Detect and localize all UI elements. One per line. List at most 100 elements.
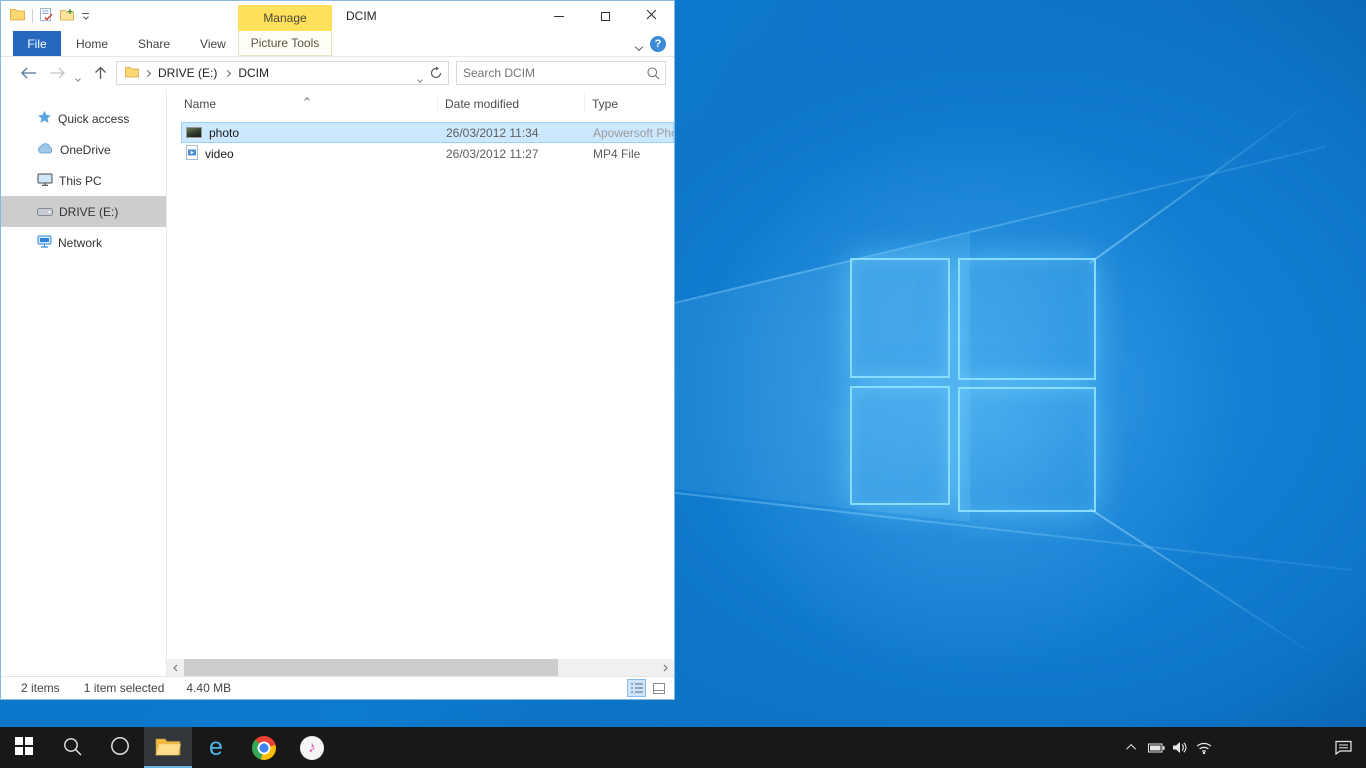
sidebar-item-label: This PC: [59, 174, 102, 188]
network-icon: [37, 235, 52, 251]
volume-icon[interactable]: [1168, 727, 1192, 768]
file-row-photo[interactable]: photo 26/03/2012 11:34 Apowersoft Pho: [181, 122, 674, 143]
windows-start-icon: [15, 737, 33, 758]
start-button[interactable]: [0, 727, 48, 768]
sidebar-item-label: Quick access: [58, 112, 129, 126]
column-separator[interactable]: [437, 94, 438, 112]
details-view-button[interactable]: [627, 679, 646, 697]
properties-icon[interactable]: [40, 8, 53, 24]
chrome-icon: [252, 736, 276, 760]
large-icons-view-button[interactable]: [649, 679, 668, 697]
back-icon[interactable]: [20, 67, 37, 82]
tray-spacer: [1216, 747, 1320, 748]
file-rows: photo 26/03/2012 11:34 Apowersoft Pho vi…: [167, 116, 674, 659]
navigation-pane: Quick access OneDrive This PC DRIVE (E:): [1, 89, 167, 676]
network-icon[interactable]: [1192, 727, 1216, 768]
taskbar-internet-explorer-button[interactable]: e: [192, 727, 240, 768]
scroll-right-icon[interactable]: [657, 659, 674, 676]
tab-picture-tools[interactable]: Picture Tools: [238, 31, 332, 56]
taskbar-itunes-button[interactable]: ♪: [288, 727, 336, 768]
window-controls: [536, 1, 674, 31]
itunes-icon: ♪: [300, 736, 324, 760]
column-header-name[interactable]: Name: [184, 97, 216, 111]
quick-access-toolbar: [1, 1, 89, 31]
video-file-icon: [186, 145, 198, 163]
sidebar-item-label: Network: [58, 236, 102, 250]
breadcrumb-folder[interactable]: DCIM: [236, 66, 271, 80]
sidebar-item-label: OneDrive: [60, 143, 111, 157]
action-center-icon[interactable]: [1320, 727, 1366, 768]
up-icon[interactable]: [94, 66, 107, 83]
minimize-button[interactable]: [536, 1, 582, 31]
sidebar-item-quick-access[interactable]: Quick access: [1, 103, 166, 134]
close-icon: [646, 9, 657, 23]
column-header-type[interactable]: Type: [592, 97, 618, 111]
ribbon-tab-row: File Home Share View Picture Tools ?: [1, 31, 674, 57]
folder-window-icon: [10, 8, 25, 24]
sidebar-item-this-pc[interactable]: This PC: [1, 165, 166, 196]
tab-file[interactable]: File: [13, 31, 61, 56]
file-list-pane: Name Date modified Type photo 26/03/2012…: [167, 89, 674, 676]
search-box: [456, 61, 666, 85]
windows-logo-pane: [850, 258, 950, 378]
file-date-cell: 26/03/2012 11:34: [430, 126, 593, 140]
hidden-icons-chevron-icon[interactable]: [1120, 727, 1144, 768]
star-icon: [37, 110, 52, 127]
recent-locations-icon[interactable]: [76, 70, 80, 84]
forward-icon[interactable]: [49, 67, 66, 82]
tab-share[interactable]: Share: [123, 31, 185, 56]
tab-home[interactable]: Home: [61, 31, 123, 56]
breadcrumb-drive[interactable]: DRIVE (E:): [156, 66, 219, 80]
search-icon[interactable]: [641, 67, 665, 80]
file-explorer-icon: [155, 736, 181, 760]
internet-explorer-icon: e: [209, 735, 223, 760]
help-icon[interactable]: ?: [650, 36, 666, 52]
status-selected-size: 4.40 MB: [186, 681, 231, 695]
taskbar-search-button[interactable]: [48, 727, 96, 768]
file-date-cell: 26/03/2012 11:27: [430, 147, 593, 161]
computer-icon: [37, 173, 53, 189]
scroll-left-icon[interactable]: [167, 659, 184, 676]
column-header-date-modified[interactable]: Date modified: [445, 97, 519, 111]
column-headers: Name Date modified Type: [167, 89, 674, 116]
status-selected-count: 1 item selected: [84, 681, 165, 695]
search-input[interactable]: [457, 66, 641, 80]
tab-view[interactable]: View: [185, 31, 241, 56]
view-toggles: [627, 679, 668, 697]
minimize-icon: [554, 16, 564, 17]
file-type-cell: MP4 File: [593, 147, 673, 161]
cortana-button[interactable]: [96, 727, 144, 768]
sidebar-item-drive-e[interactable]: DRIVE (E:): [1, 196, 166, 227]
address-bar[interactable]: DRIVE (E:) DCIM: [116, 61, 449, 85]
windows-logo-pane: [850, 386, 950, 505]
drive-icon: [37, 205, 53, 219]
breadcrumb-separator-icon: [144, 69, 151, 76]
customize-quick-access-toolbar-icon[interactable]: [82, 13, 89, 19]
search-icon: [63, 737, 82, 759]
horizontal-scrollbar[interactable]: [167, 659, 674, 676]
file-name-cell: photo: [182, 126, 430, 140]
battery-icon[interactable]: [1144, 727, 1168, 768]
maximize-button[interactable]: [582, 1, 628, 31]
refresh-icon[interactable]: [429, 66, 443, 83]
expand-ribbon-icon[interactable]: [636, 39, 642, 53]
taskbar: e ♪: [0, 727, 1366, 768]
file-explorer-window: Manage DCIM File Home Share View Picture…: [0, 0, 675, 700]
contextual-tab-group-manage[interactable]: Manage: [238, 5, 332, 31]
cloud-icon: [37, 142, 54, 157]
taskbar-file-explorer-button[interactable]: [144, 727, 192, 768]
taskbar-chrome-button[interactable]: [240, 727, 288, 768]
scrollbar-thumb[interactable]: [184, 659, 558, 676]
column-separator[interactable]: [584, 94, 585, 112]
new-folder-icon[interactable]: [60, 8, 75, 24]
titlebar[interactable]: Manage DCIM: [1, 1, 674, 31]
sidebar-item-network[interactable]: Network: [1, 227, 166, 258]
window-title: DCIM: [346, 1, 377, 31]
address-dropdown-icon[interactable]: [418, 71, 422, 85]
breadcrumb-separator-icon: [224, 69, 231, 76]
photo-thumbnail-icon: [186, 127, 202, 138]
close-button[interactable]: [628, 1, 674, 31]
windows-logo-pane: [958, 387, 1096, 512]
sidebar-item-onedrive[interactable]: OneDrive: [1, 134, 166, 165]
file-row-video[interactable]: video 26/03/2012 11:27 MP4 File: [181, 143, 674, 164]
